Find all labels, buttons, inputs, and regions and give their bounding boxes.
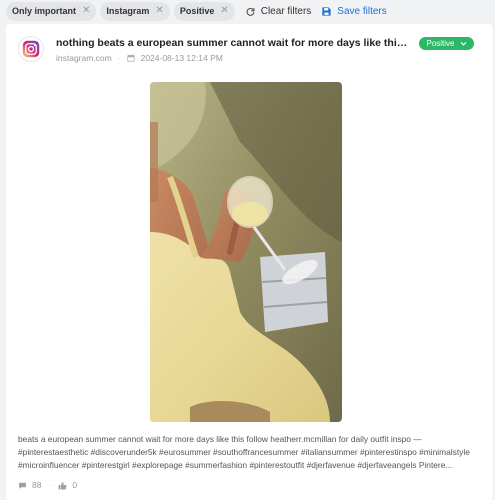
- post-date: 2024-08-13 12:14 PM: [140, 53, 223, 63]
- engagement-stats: 88 · 0: [18, 480, 77, 490]
- comments-count: 88: [32, 480, 42, 490]
- filter-chip-label: Instagram: [106, 6, 150, 16]
- filter-chip-positive[interactable]: Positive ✕: [173, 1, 235, 21]
- filter-chip-label: Only important: [12, 6, 77, 16]
- clear-filters-button[interactable]: Clear filters: [245, 5, 312, 17]
- post-image[interactable]: [150, 82, 342, 422]
- chevron-down-icon: [460, 42, 466, 46]
- filter-chip-only-important[interactable]: Only important ✕: [6, 1, 97, 21]
- filter-chip-label: Positive: [179, 6, 215, 16]
- post-title[interactable]: nothing beats a european summer cannot w…: [56, 37, 408, 49]
- sentiment-dropdown[interactable]: Positive: [419, 37, 474, 50]
- stats-separator: ·: [48, 480, 52, 490]
- close-icon[interactable]: ✕: [220, 6, 228, 16]
- sentiment-label: Positive: [426, 39, 455, 48]
- save-filters-button[interactable]: Save filters: [321, 5, 387, 17]
- post-description: beats a european summer cannot wait for …: [18, 434, 470, 470]
- thumbs-up-icon: [58, 481, 67, 489]
- calendar-icon: [126, 54, 135, 62]
- refresh-icon: [246, 7, 255, 16]
- close-icon[interactable]: ✕: [82, 6, 90, 16]
- likes-count: 0: [72, 480, 78, 490]
- filter-bar: Only important ✕ Instagram ✕ Positive ✕ …: [0, 0, 495, 22]
- post-source[interactable]: instagram.com: [56, 53, 112, 63]
- post-meta: instagram.com · 2024-08-13 12:14 PM: [56, 53, 223, 63]
- post-card: nothing beats a european summer cannot w…: [6, 24, 493, 500]
- meta-separator: ·: [117, 53, 121, 63]
- save-filters-label: Save filters: [337, 5, 387, 17]
- close-icon[interactable]: ✕: [155, 6, 163, 16]
- filter-chip-instagram[interactable]: Instagram ✕: [100, 1, 170, 21]
- comment-icon: [19, 482, 26, 489]
- save-icon: [322, 6, 331, 16]
- clear-filters-label: Clear filters: [260, 5, 312, 17]
- instagram-logo-icon: [18, 36, 44, 62]
